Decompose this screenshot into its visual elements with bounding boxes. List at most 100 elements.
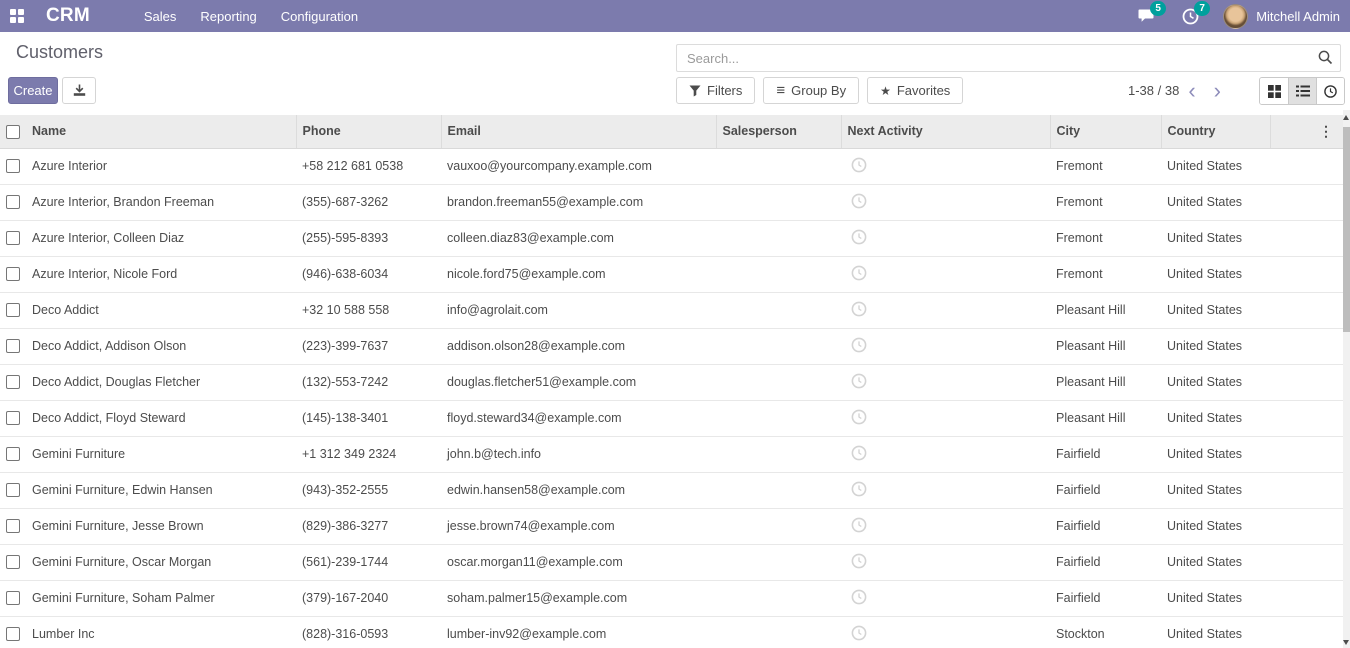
menu-reporting[interactable]: Reporting [188, 0, 268, 32]
activities-button[interactable]: 7 [1179, 5, 1201, 27]
table-row[interactable]: Azure Interior, Brandon Freeman (355)-68… [0, 184, 1343, 220]
row-checkbox[interactable] [6, 231, 20, 245]
row-checkbox[interactable] [6, 411, 20, 425]
row-checkbox[interactable] [6, 159, 20, 173]
create-button[interactable]: Create [8, 77, 58, 104]
apps-menu-button[interactable] [0, 0, 34, 32]
cell-name[interactable]: Deco Addict [26, 292, 296, 328]
cell-name[interactable]: Lumber Inc [26, 616, 296, 648]
cell-name[interactable]: Deco Addict, Douglas Fletcher [26, 364, 296, 400]
column-header-country[interactable]: Country [1161, 115, 1270, 148]
cell-salesperson [716, 400, 841, 436]
row-checkbox[interactable] [6, 339, 20, 353]
schedule-activity-clock-icon[interactable] [851, 157, 867, 173]
cell-name[interactable]: Deco Addict, Floyd Steward [26, 400, 296, 436]
row-checkbox[interactable] [6, 627, 20, 641]
scrollbar-thumb[interactable] [1343, 127, 1350, 332]
user-menu[interactable]: Mitchell Admin [1256, 9, 1340, 24]
table-row[interactable]: Azure Interior, Nicole Ford (946)-638-60… [0, 256, 1343, 292]
schedule-activity-clock-icon[interactable] [851, 445, 867, 461]
messages-button[interactable]: 5 [1135, 5, 1157, 27]
cell-name[interactable]: Azure Interior [26, 148, 296, 184]
cell-email: nicole.ford75@example.com [441, 256, 716, 292]
cell-city: Fremont [1050, 184, 1161, 220]
column-header-salesperson[interactable]: Salesperson [716, 115, 841, 148]
kanban-view-button[interactable] [1260, 78, 1288, 104]
row-checkbox[interactable] [6, 447, 20, 461]
schedule-activity-clock-icon[interactable] [851, 229, 867, 245]
row-checkbox[interactable] [6, 555, 20, 569]
schedule-activity-clock-icon[interactable] [851, 517, 867, 533]
cell-filler [1270, 508, 1343, 544]
row-checkbox[interactable] [6, 267, 20, 281]
cell-city: Fairfield [1050, 580, 1161, 616]
menu-configuration[interactable]: Configuration [269, 0, 370, 32]
activity-view-button[interactable] [1316, 78, 1344, 104]
row-checkbox[interactable] [6, 519, 20, 533]
app-name[interactable]: CRM [46, 5, 90, 27]
table-row[interactable]: Azure Interior +58 212 681 0538 vauxoo@y… [0, 148, 1343, 184]
group-by-button[interactable]: ≡Group By [763, 77, 859, 104]
pager-range: 1-38 / 38 [1128, 83, 1179, 98]
column-header-name[interactable]: Name [26, 115, 296, 148]
table-row[interactable]: Deco Addict, Douglas Fletcher (132)-553-… [0, 364, 1343, 400]
row-checkbox[interactable] [6, 483, 20, 497]
row-checkbox[interactable] [6, 375, 20, 389]
table-row[interactable]: Deco Addict, Addison Olson (223)-399-763… [0, 328, 1343, 364]
table-row[interactable]: Gemini Furniture, Oscar Morgan (561)-239… [0, 544, 1343, 580]
cell-name[interactable]: Gemini Furniture, Soham Palmer [26, 580, 296, 616]
schedule-activity-clock-icon[interactable] [851, 193, 867, 209]
table-row[interactable]: Deco Addict +32 10 588 558 info@agrolait… [0, 292, 1343, 328]
schedule-activity-clock-icon[interactable] [851, 337, 867, 353]
vertical-scrollbar[interactable] [1343, 110, 1350, 648]
column-header-phone[interactable]: Phone [296, 115, 441, 148]
cell-name[interactable]: Gemini Furniture, Oscar Morgan [26, 544, 296, 580]
row-checkbox[interactable] [6, 303, 20, 317]
row-checkbox[interactable] [6, 195, 20, 209]
cell-name[interactable]: Azure Interior, Colleen Diaz [26, 220, 296, 256]
column-header-next-activity[interactable]: Next Activity [841, 115, 1050, 148]
search-icon[interactable] [1318, 50, 1333, 65]
cell-email: info@agrolait.com [441, 292, 716, 328]
table-row[interactable]: Gemini Furniture +1 312 349 2324 john.b@… [0, 436, 1343, 472]
table-row[interactable]: Gemini Furniture, Jesse Brown (829)-386-… [0, 508, 1343, 544]
row-checkbox[interactable] [6, 591, 20, 605]
schedule-activity-clock-icon[interactable] [851, 409, 867, 425]
cell-name[interactable]: Azure Interior, Brandon Freeman [26, 184, 296, 220]
export-button[interactable] [62, 77, 96, 104]
column-header-email[interactable]: Email [441, 115, 716, 148]
select-all-checkbox[interactable] [6, 125, 20, 139]
customer-table-body: Azure Interior +58 212 681 0538 vauxoo@y… [0, 148, 1343, 648]
cell-name[interactable]: Gemini Furniture [26, 436, 296, 472]
scroll-up-arrow[interactable] [1343, 115, 1349, 120]
table-row[interactable]: Gemini Furniture, Edwin Hansen (943)-352… [0, 472, 1343, 508]
cell-city: Pleasant Hill [1050, 400, 1161, 436]
schedule-activity-clock-icon[interactable] [851, 373, 867, 389]
cell-name[interactable]: Gemini Furniture, Jesse Brown [26, 508, 296, 544]
schedule-activity-clock-icon[interactable] [851, 625, 867, 641]
scroll-down-arrow[interactable] [1343, 640, 1349, 645]
table-row[interactable]: Deco Addict, Floyd Steward (145)-138-340… [0, 400, 1343, 436]
schedule-activity-clock-icon[interactable] [851, 589, 867, 605]
column-header-city[interactable]: City [1050, 115, 1161, 148]
pager-next-button[interactable]: › [1205, 80, 1230, 102]
schedule-activity-clock-icon[interactable] [851, 301, 867, 317]
cell-name[interactable]: Deco Addict, Addison Olson [26, 328, 296, 364]
schedule-activity-clock-icon[interactable] [851, 481, 867, 497]
search-input[interactable] [676, 44, 1341, 72]
table-row[interactable]: Lumber Inc (828)-316-0593 lumber-inv92@e… [0, 616, 1343, 648]
table-row[interactable]: Gemini Furniture, Soham Palmer (379)-167… [0, 580, 1343, 616]
schedule-activity-clock-icon[interactable] [851, 265, 867, 281]
pager-previous-button[interactable]: ‹ [1179, 80, 1204, 102]
user-avatar[interactable] [1223, 4, 1248, 29]
list-view-button[interactable] [1288, 78, 1316, 104]
schedule-activity-clock-icon[interactable] [851, 553, 867, 569]
filters-button[interactable]: Filters [676, 77, 755, 104]
systray: 5 7 Mitchell Admin [1135, 4, 1350, 29]
favorites-button[interactable]: ★Favorites [867, 77, 963, 104]
optional-columns-toggle[interactable]: ⋮ [1270, 115, 1343, 148]
menu-sales[interactable]: Sales [132, 0, 189, 32]
cell-name[interactable]: Gemini Furniture, Edwin Hansen [26, 472, 296, 508]
cell-name[interactable]: Azure Interior, Nicole Ford [26, 256, 296, 292]
table-row[interactable]: Azure Interior, Colleen Diaz (255)-595-8… [0, 220, 1343, 256]
